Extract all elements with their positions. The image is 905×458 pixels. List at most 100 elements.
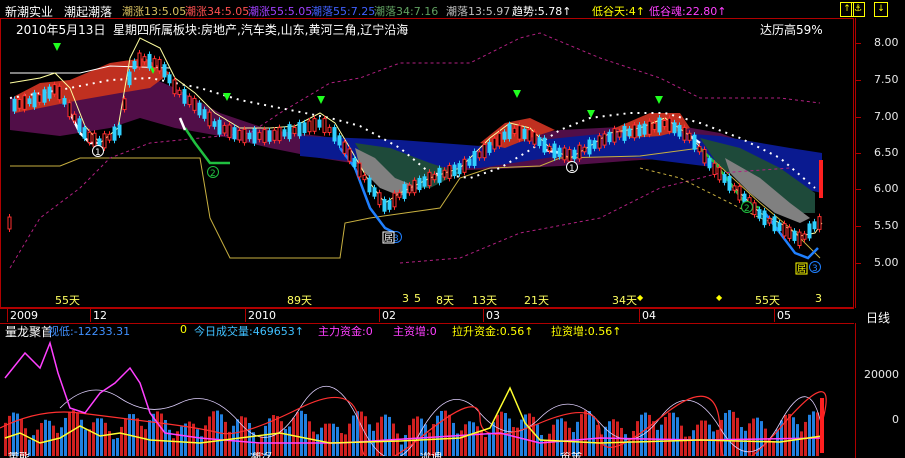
candle-body xyxy=(217,119,222,135)
volume-bar xyxy=(728,410,731,456)
volume-bar xyxy=(492,422,495,456)
candle-body xyxy=(412,179,417,194)
svg-text:2: 2 xyxy=(210,169,216,179)
candle-body xyxy=(257,132,262,140)
date-axis-divider xyxy=(639,309,640,322)
candle-body xyxy=(807,223,812,239)
candle-body xyxy=(352,158,357,167)
volume-bar xyxy=(48,420,51,456)
candle-body xyxy=(637,124,642,137)
candle-body xyxy=(802,233,807,240)
candle-body xyxy=(667,117,672,132)
candle-body xyxy=(687,132,692,141)
candle-body xyxy=(282,129,287,137)
candle-body xyxy=(367,177,372,193)
candle-body xyxy=(717,167,722,181)
price-tick-mark xyxy=(855,226,861,227)
day-count-label: 34天 xyxy=(612,294,637,307)
tab-capital[interactable]: 资金 xyxy=(560,452,582,458)
date-axis-label: 05 xyxy=(777,309,791,322)
candle-body xyxy=(482,144,487,159)
volume-bar xyxy=(528,413,531,456)
volume-bar xyxy=(588,411,591,456)
volume-bar xyxy=(80,419,83,456)
candle-body xyxy=(397,192,402,198)
volume-bar xyxy=(812,411,815,456)
volume-spike xyxy=(820,398,824,453)
anchor-button[interactable]: ⚓ xyxy=(851,2,865,17)
volume-bar xyxy=(208,416,211,456)
svg-text:1: 1 xyxy=(569,164,575,174)
candle-body xyxy=(652,122,657,130)
volume-bar xyxy=(584,410,587,456)
header-value-3: 潮落55:7.25 xyxy=(311,5,376,18)
price-tick: 5.50 xyxy=(874,219,899,232)
sub-panel-value-1: 0 xyxy=(180,323,187,336)
candle-body xyxy=(232,127,237,140)
volume-bar xyxy=(508,418,511,456)
candle-body xyxy=(792,230,797,241)
candle-body xyxy=(617,131,622,138)
candle-body xyxy=(812,221,817,230)
date-axis-label: 03 xyxy=(486,309,500,322)
scroll-down-button[interactable]: ↓ xyxy=(874,2,888,17)
svg-text:2: 2 xyxy=(744,204,750,214)
volume-tick-0: 0 xyxy=(892,413,899,426)
candle-body xyxy=(342,141,347,154)
candle-body xyxy=(27,98,32,105)
candle-body xyxy=(767,218,772,224)
candle-body xyxy=(262,129,267,143)
candle-body xyxy=(47,86,52,99)
tab-volume[interactable]: 量能 xyxy=(8,452,30,458)
volume-bar xyxy=(96,418,99,456)
header-value-2: 潮涨55:5.05 xyxy=(248,5,313,18)
price-tick: 8.00 xyxy=(874,36,899,49)
volume-bar xyxy=(700,420,703,456)
header-value-5: 潮落13:5.97 xyxy=(446,5,511,18)
candle-body xyxy=(577,144,582,160)
candle-body xyxy=(277,127,282,142)
header-value-7: 低谷天:4↑ xyxy=(592,5,645,18)
candle-body xyxy=(222,124,227,134)
candle-body xyxy=(727,175,732,191)
candle-body xyxy=(472,150,477,166)
volume-bar xyxy=(468,421,471,456)
candle-body xyxy=(427,171,432,187)
price-chart[interactable]: 1 2 3 居 1 2 3 居 xyxy=(0,18,854,308)
volume-bar xyxy=(304,413,307,456)
candle-body xyxy=(362,174,367,181)
candle-body xyxy=(642,123,647,135)
volume-chart[interactable] xyxy=(0,338,854,456)
volume-bar xyxy=(92,422,95,456)
date-axis xyxy=(0,308,854,324)
day-count-label: 13天 xyxy=(472,294,497,307)
volume-bar xyxy=(440,410,443,456)
sub-panel-value-6: 拉资增:0.56↑ xyxy=(551,325,622,338)
candle-body xyxy=(732,185,737,191)
tab-float[interactable]: 流通 xyxy=(420,452,442,458)
candle-body xyxy=(17,99,22,109)
candle-body xyxy=(242,128,247,144)
marker-dot-2: ◆ xyxy=(716,293,723,302)
volume-bar xyxy=(280,421,283,456)
volume-bar xyxy=(76,412,79,456)
svg-text:居: 居 xyxy=(797,264,806,275)
candle-body xyxy=(437,167,442,183)
tab-tide[interactable]: 潮汐 xyxy=(250,452,272,458)
candle-body xyxy=(757,209,762,219)
svg-text:居: 居 xyxy=(384,233,393,244)
candle-body xyxy=(112,126,117,141)
volume-bar xyxy=(560,418,563,456)
volume-bar xyxy=(436,415,439,456)
candle-body xyxy=(177,89,182,96)
candle-body xyxy=(602,133,607,146)
volume-bar xyxy=(788,413,791,456)
header-value-8: 低谷魂:22.80↑ xyxy=(649,5,727,18)
day-count-label: 3 xyxy=(402,292,409,305)
candle-body xyxy=(462,158,467,173)
price-tick-mark xyxy=(855,43,861,44)
candle-body xyxy=(797,231,802,247)
volume-bar xyxy=(384,414,387,456)
candle-body xyxy=(452,164,457,177)
candle-body xyxy=(772,216,777,232)
